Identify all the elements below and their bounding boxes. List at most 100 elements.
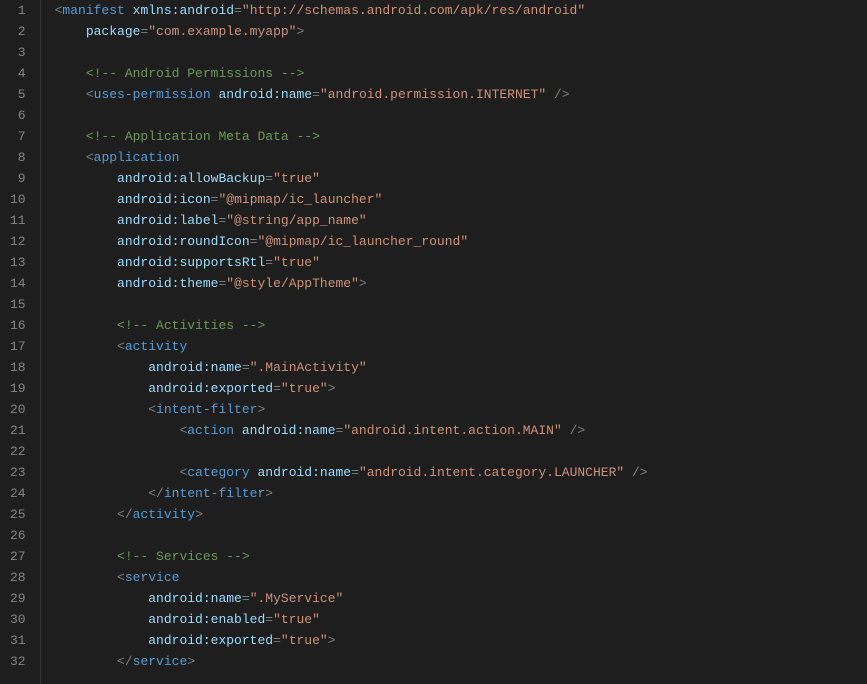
gutter: 1234567891011121314151617181920212223242… (0, 0, 41, 684)
code-line[interactable]: </service> (55, 651, 867, 672)
code-line[interactable]: <action android:name="android.intent.act… (55, 420, 867, 441)
token-p: > (359, 276, 367, 291)
code-line[interactable]: android:exported="true"> (55, 630, 867, 651)
line-number: 8 (10, 147, 26, 168)
token-t: category (187, 465, 249, 480)
token-an: allowBackup (179, 171, 265, 186)
code-line[interactable]: android:name=".MyService" (55, 588, 867, 609)
token-ns: android: (117, 171, 179, 186)
token-an: roundIcon (179, 234, 249, 249)
token-s: "true" (273, 255, 320, 270)
code-line[interactable]: android:roundIcon="@mipmap/ic_launcher_r… (55, 231, 867, 252)
code-line[interactable]: android:theme="@style/AppTheme"> (55, 273, 867, 294)
code-line[interactable]: android:label="@string/app_name" (55, 210, 867, 231)
token-t: uses-permission (94, 87, 211, 102)
line-number: 6 (10, 105, 26, 126)
code-line[interactable] (55, 42, 867, 63)
token-p: > (328, 633, 336, 648)
token-an: theme (179, 276, 218, 291)
token-p: < (86, 87, 94, 102)
code-line[interactable]: <application (55, 147, 867, 168)
token-p: > (187, 654, 195, 669)
token-p: = (242, 360, 250, 375)
code-line[interactable]: android:name=".MainActivity" (55, 357, 867, 378)
token-t: intent-filter (156, 402, 257, 417)
token-p: </ (117, 654, 133, 669)
line-number: 15 (10, 294, 26, 315)
token-t: application (94, 150, 180, 165)
token-p: = (265, 171, 273, 186)
token-ns: android: (148, 612, 210, 627)
code-line[interactable]: <uses-permission android:name="android.p… (55, 84, 867, 105)
token-an: label (179, 213, 218, 228)
token-p: > (195, 507, 203, 522)
code-line[interactable]: </activity> (55, 504, 867, 525)
token-p: </ (148, 486, 164, 501)
line-number: 27 (10, 546, 26, 567)
line-number: 18 (10, 357, 26, 378)
token-p: /> (546, 87, 569, 102)
token-ns: android: (117, 192, 179, 207)
token-p: > (265, 486, 273, 501)
code-line[interactable]: <!-- Application Meta Data --> (55, 126, 867, 147)
line-number: 13 (10, 252, 26, 273)
code-line[interactable] (55, 441, 867, 462)
code-line[interactable]: <service (55, 567, 867, 588)
code-line[interactable]: android:allowBackup="true" (55, 168, 867, 189)
token-an: name (211, 591, 242, 606)
code-line[interactable]: </intent-filter> (55, 483, 867, 504)
token-s: "android.permission.INTERNET" (320, 87, 546, 102)
code-line[interactable]: android:icon="@mipmap/ic_launcher" (55, 189, 867, 210)
code-line[interactable]: <activity (55, 336, 867, 357)
token-p: < (117, 570, 125, 585)
token-c: <!-- Activities --> (117, 318, 265, 333)
token-p (234, 423, 242, 438)
token-p: > (328, 381, 336, 396)
token-p: = (312, 87, 320, 102)
token-t: activity (133, 507, 195, 522)
token-p: </ (117, 507, 133, 522)
line-number: 2 (10, 21, 26, 42)
code-line[interactable]: <!-- Services --> (55, 546, 867, 567)
token-an: name (320, 465, 351, 480)
token-ns: android: (148, 591, 210, 606)
line-number: 25 (10, 504, 26, 525)
code-line[interactable]: android:supportsRtl="true" (55, 252, 867, 273)
code-line[interactable]: <manifest xmlns:android="http://schemas.… (55, 0, 867, 21)
token-s: "true" (273, 171, 320, 186)
token-an: exported (211, 381, 273, 396)
token-p: < (117, 339, 125, 354)
token-p: > (257, 402, 265, 417)
line-number: 21 (10, 420, 26, 441)
code-editor[interactable]: 1234567891011121314151617181920212223242… (0, 0, 867, 684)
code-line[interactable]: <category android:name="android.intent.c… (55, 462, 867, 483)
line-number: 11 (10, 210, 26, 231)
token-c: <!-- Application Meta Data --> (86, 129, 320, 144)
code-line[interactable]: <!-- Activities --> (55, 315, 867, 336)
code-line[interactable] (55, 294, 867, 315)
code-line[interactable]: <intent-filter> (55, 399, 867, 420)
token-s: "@mipmap/ic_launcher" (218, 192, 382, 207)
line-number: 22 (10, 441, 26, 462)
line-number: 20 (10, 399, 26, 420)
line-number: 3 (10, 42, 26, 63)
code-line[interactable] (55, 525, 867, 546)
code-line[interactable]: <!-- Android Permissions --> (55, 63, 867, 84)
token-s: "android.intent.action.MAIN" (343, 423, 561, 438)
token-s: "true" (281, 633, 328, 648)
code-line[interactable] (55, 105, 867, 126)
line-number: 31 (10, 630, 26, 651)
code-area[interactable]: <manifest xmlns:android="http://schemas.… (41, 0, 867, 684)
line-number: 9 (10, 168, 26, 189)
token-s: "android.intent.category.LAUNCHER" (359, 465, 624, 480)
code-line[interactable]: android:enabled="true" (55, 609, 867, 630)
token-ns: android: (242, 423, 304, 438)
token-p (125, 3, 133, 18)
token-s: "true" (273, 612, 320, 627)
token-an: icon (179, 192, 210, 207)
code-line[interactable]: package="com.example.myapp"> (55, 21, 867, 42)
token-s: "true" (281, 381, 328, 396)
code-line[interactable]: android:exported="true"> (55, 378, 867, 399)
line-number: 23 (10, 462, 26, 483)
token-ns: android: (257, 465, 319, 480)
